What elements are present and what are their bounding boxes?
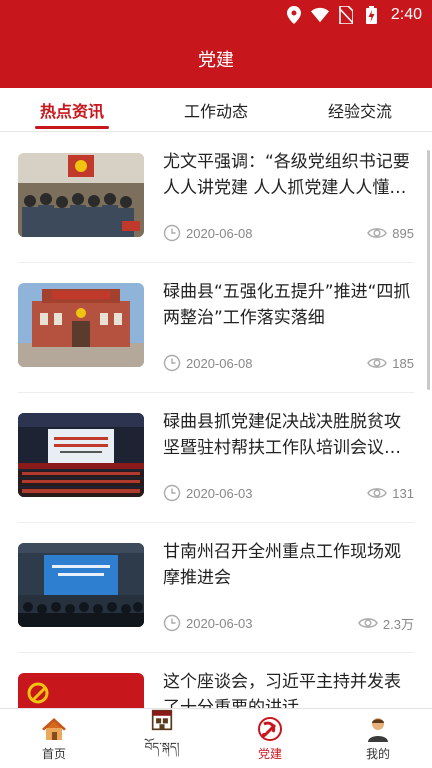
list-item[interactable]: 碌曲县抓党建促决战决胜脱贫攻坚暨驻村帮扶工作队培训会议召开 2020-06-03…: [18, 393, 414, 523]
scrollbar[interactable]: [427, 150, 430, 390]
article-date: 2020-06-03: [186, 485, 253, 501]
nav-label: 党建: [257, 746, 282, 761]
header: 党建: [0, 30, 432, 88]
tab-bar: 热点资讯 工作动态 经验交流: [0, 88, 432, 132]
auditorium-photo: [18, 413, 144, 497]
eye-icon: [367, 358, 388, 368]
view-count: 2.3万: [358, 614, 414, 633]
status-bar: 2:40: [0, 0, 432, 30]
tab-label: 工作动态: [183, 101, 248, 121]
nav-tibetan[interactable]: བོད་སྐད།: [108, 709, 216, 768]
nav-profile[interactable]: 我的: [324, 709, 432, 768]
eye-icon: [367, 488, 388, 498]
article-title[interactable]: 尤文平强调：“各级党组织书记要人人讲党建 人人抓党建人人懂党建”: [163, 149, 414, 201]
tab-hot-news[interactable]: 热点资讯: [0, 88, 144, 131]
tab-label: 热点资讯: [39, 101, 104, 121]
article-meta: 2020-06-08 185: [163, 353, 414, 373]
party-emblem-icon: [258, 716, 282, 741]
building-photo: [18, 283, 144, 367]
wifi-icon: [310, 6, 329, 24]
clock-icon: [163, 484, 181, 502]
home-icon: [42, 717, 66, 740]
nav-label: བོད་སྐད།: [144, 740, 180, 754]
list-item[interactable]: 碌曲县“五强化五提升”推进“四抓两整治”工作落实落细 2020-06-08 18…: [18, 263, 414, 393]
party-flag-photo: [18, 673, 144, 708]
clock-icon: [163, 354, 181, 372]
article-list[interactable]: 尤文平强调：“各级党组织书记要人人讲党建 人人抓党建人人懂党建” 2020-06…: [0, 133, 432, 708]
article-title[interactable]: 碌曲县抓党建促决战决胜脱贫攻坚暨驻村帮扶工作队培训会议召开: [163, 409, 414, 461]
active-tab-indicator: [35, 126, 109, 129]
view-count-value: 895: [392, 225, 414, 241]
article-title[interactable]: 甘南州召开全州重点工作现场观摩推进会: [163, 539, 414, 591]
article-meta: 2020-06-03 131: [163, 483, 414, 503]
view-count: 131: [367, 486, 414, 501]
no-sim-icon: [337, 6, 355, 24]
page-title: 党建: [198, 50, 234, 71]
clock-icon: [163, 614, 181, 632]
profile-icon: [368, 717, 388, 742]
eye-icon: [358, 618, 378, 628]
article-date: 2020-06-08: [186, 355, 253, 371]
article-title[interactable]: 碌曲县“五强化五提升”推进“四抓两整治”工作落实落细: [163, 279, 414, 331]
article-date: 2020-06-03: [186, 615, 253, 631]
view-count: 895: [367, 226, 414, 241]
view-count-value: 131: [392, 485, 414, 501]
article-date: 2020-06-08: [186, 225, 253, 241]
article-meta: 2020-06-08 895: [163, 223, 414, 243]
bottom-navigation: 首页 བོད་སྐད། 党建 我的: [0, 708, 432, 768]
clock-time: 2:40: [390, 6, 422, 23]
article-title[interactable]: 这个座谈会，习近平主持并发表了十分重要的讲话: [163, 669, 414, 708]
view-count: 185: [367, 356, 414, 371]
article-meta: 2020-06-03 2.3万: [163, 613, 414, 633]
tab-experience-exchange[interactable]: 经验交流: [288, 88, 432, 131]
list-item[interactable]: 这个座谈会，习近平主持并发表了十分重要的讲话: [18, 653, 414, 708]
battery-charging-icon: [363, 6, 381, 24]
tab-work-updates[interactable]: 工作动态: [144, 88, 288, 131]
meeting-photo: [18, 153, 144, 237]
nav-home[interactable]: 首页: [0, 709, 108, 768]
nav-party-building[interactable]: 党建: [216, 709, 324, 768]
conference-photo: [18, 543, 144, 627]
view-count-value: 185: [392, 355, 414, 371]
nav-label: 我的: [365, 746, 390, 761]
tab-label: 经验交流: [327, 101, 392, 121]
location-icon: [285, 6, 303, 24]
tibetan-house-icon: [151, 709, 173, 731]
list-item[interactable]: 甘南州召开全州重点工作现场观摩推进会 2020-06-03 2.3万: [18, 523, 414, 653]
clock-icon: [163, 224, 181, 242]
view-count-value: 2.3万: [382, 616, 414, 632]
eye-icon: [367, 228, 388, 238]
nav-label: 首页: [41, 746, 66, 761]
list-item[interactable]: 尤文平强调：“各级党组织书记要人人讲党建 人人抓党建人人懂党建” 2020-06…: [18, 133, 414, 263]
